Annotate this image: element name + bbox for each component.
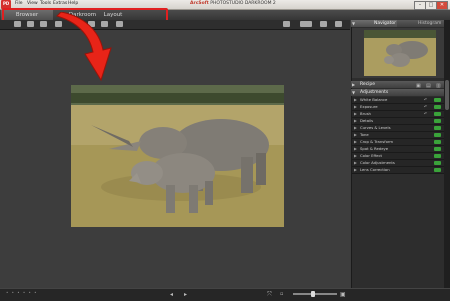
adjustments-header[interactable]: ▼ Adjustments <box>351 89 444 96</box>
status-bar <box>0 288 450 301</box>
expand-icon: ▶ <box>354 160 357 165</box>
zoom-out-icon[interactable]: ▫ <box>280 291 283 297</box>
tab-histogram[interactable]: Histogram <box>418 20 441 27</box>
toggle-switch[interactable] <box>434 140 441 144</box>
navigator-thumbnail[interactable] <box>364 30 436 76</box>
open-folder-icon[interactable] <box>14 21 21 27</box>
expand-icon: ▶ <box>354 132 357 137</box>
expand-icon: ▶ <box>354 153 357 158</box>
menu-extras[interactable]: Extras <box>53 1 67 6</box>
view-single-icon[interactable] <box>283 21 290 27</box>
menu-file[interactable]: File <box>15 1 23 6</box>
adjustment-item-curves-levels[interactable]: ▶ Curves & Levels <box>352 125 444 132</box>
expand-icon: ▶ <box>354 118 357 123</box>
reset-icon[interactable]: ↶ <box>424 97 427 103</box>
adjustment-item-brush[interactable]: ▶ Brush ↶ <box>352 111 444 118</box>
title-brand: ArcSoft <box>190 1 209 6</box>
status-dots: • • • • • • <box>6 290 38 295</box>
title-product: PHOTOSTUDIO DARKROOM 2 <box>210 1 276 6</box>
adjustment-item-crop-transform[interactable]: ▶ Crop & Transform <box>352 139 444 146</box>
app-icon-text: PD <box>3 1 10 6</box>
window-title: ArcSoft PHOTOSTUDIO DARKROOM 2 <box>190 1 276 6</box>
red-arrow-icon <box>56 12 112 82</box>
expand-icon: ▶ <box>354 125 357 130</box>
toggle-switch[interactable] <box>434 147 441 151</box>
toolbar <box>0 20 350 30</box>
expand-icon: ▶ <box>354 146 357 151</box>
expand-icon: ▶ <box>354 104 357 109</box>
adjustment-item-white-balance[interactable]: ▶ White Balance ↶ <box>352 97 444 104</box>
toggle-switch[interactable] <box>434 119 441 123</box>
fit-screen-icon[interactable] <box>320 21 327 27</box>
adjustment-item-color-effect[interactable]: ▶ Color Effect <box>352 153 444 160</box>
zoom-in-icon[interactable]: ▣ <box>340 291 346 298</box>
toggle-switch[interactable] <box>434 161 441 165</box>
menu-view[interactable]: View <box>27 1 38 6</box>
scrollbar-thumb[interactable] <box>445 80 449 110</box>
rhino-photo <box>71 85 284 227</box>
reset-icon[interactable]: ↶ <box>424 111 427 117</box>
print-icon[interactable] <box>40 21 47 27</box>
adjustments-label: Adjustments <box>360 90 389 95</box>
navigator-label: Navigator <box>374 21 397 26</box>
recipe-label: Recipe <box>360 82 376 87</box>
fit-icon[interactable]: ⤧ <box>267 291 272 299</box>
adjustment-item-lens-correction[interactable]: ▶ Lens Correction <box>352 167 444 174</box>
menu-tools[interactable]: Tools <box>40 1 51 6</box>
adjustment-item-tone[interactable]: ▶ Tone <box>352 132 444 139</box>
expand-icon: ▶ <box>354 111 357 116</box>
next-icon[interactable]: ▸ <box>184 291 187 298</box>
toggle-switch[interactable] <box>434 154 441 158</box>
toggle-switch[interactable] <box>434 105 441 109</box>
zoom-slider-thumb[interactable] <box>311 291 315 297</box>
toggle-switch[interactable] <box>434 98 441 102</box>
expand-icon: ▶ <box>354 139 357 144</box>
collapse-icon[interactable]: ▼ <box>352 20 355 27</box>
adjustment-item-exposure[interactable]: ▶ Exposure ↶ <box>352 104 444 111</box>
expand-icon: ▶ <box>354 167 357 172</box>
adjustment-item-details[interactable]: ▶ Details <box>352 118 444 125</box>
previous-icon[interactable]: ◂ <box>170 291 173 298</box>
adjustment-item-color-adjustments[interactable]: ▶ Color Adjustments <box>352 160 444 167</box>
zoom-slider[interactable] <box>293 293 337 295</box>
toggle-switch[interactable] <box>434 133 441 137</box>
toggle-switch[interactable] <box>434 112 441 116</box>
collapse-icon: ▼ <box>352 90 356 95</box>
expand-icon: ▶ <box>354 97 357 102</box>
close-button[interactable]: ✕ <box>436 1 448 10</box>
panel-scrollbar[interactable] <box>444 20 450 288</box>
view-mode-dropdown-icon[interactable] <box>300 21 312 27</box>
reset-icon[interactable]: ↶ <box>424 104 427 110</box>
toggle-switch[interactable] <box>434 168 441 172</box>
save-icon[interactable] <box>27 21 34 27</box>
share-icon[interactable] <box>116 21 123 27</box>
fullscreen-icon[interactable] <box>335 21 342 27</box>
menu-help[interactable]: Help <box>68 1 78 6</box>
expand-icon: ▶ <box>352 82 356 87</box>
toggle-switch[interactable] <box>434 126 441 130</box>
adjustment-item-spot-redeye[interactable]: ▶ Spot & Redeye <box>352 146 444 153</box>
